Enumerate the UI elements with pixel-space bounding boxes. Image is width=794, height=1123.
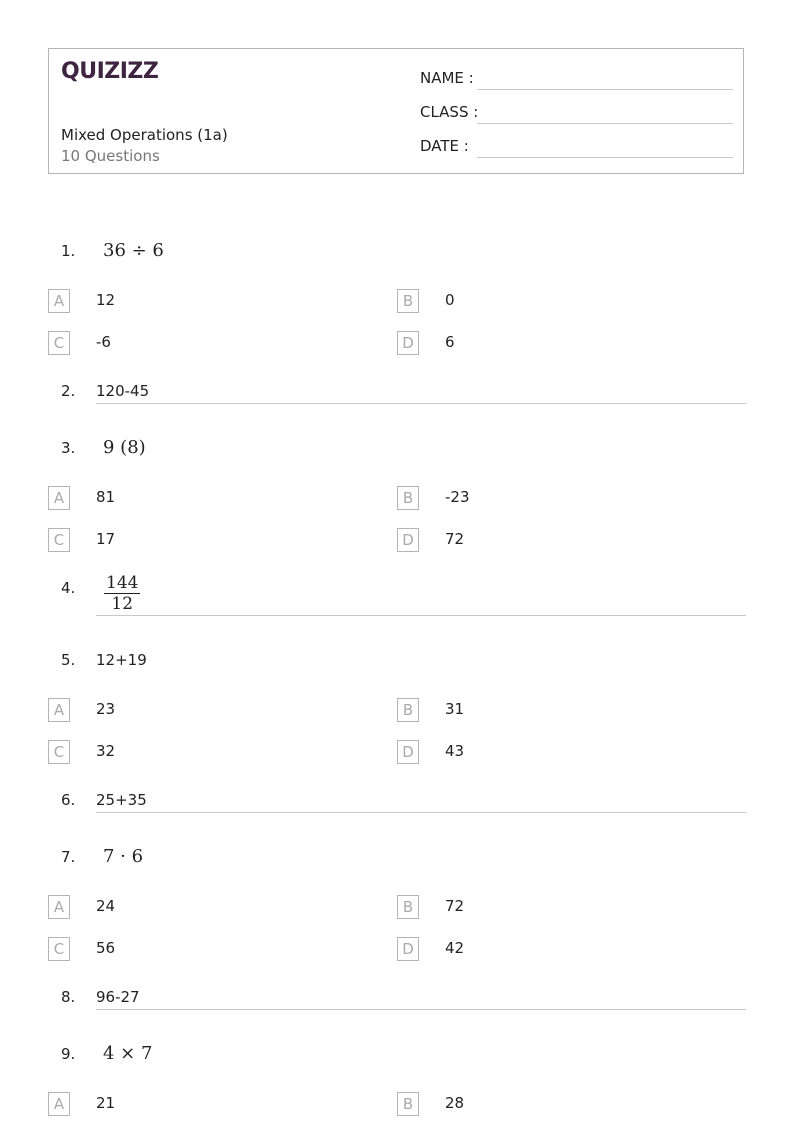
question-text: 96-27 xyxy=(96,988,140,1006)
question-number: 6. xyxy=(61,791,76,809)
question-text: 12+19 xyxy=(96,651,147,669)
option-letter-box[interactable]: D xyxy=(397,331,419,355)
question-number: 7. xyxy=(61,848,76,866)
option-letter-box[interactable]: D xyxy=(397,528,419,552)
question-text: 25+35 xyxy=(96,791,147,809)
option-text: 24 xyxy=(96,897,116,915)
question-text: 9 (8) xyxy=(103,437,146,458)
option-text: 28 xyxy=(445,1094,465,1112)
question-text: 120-45 xyxy=(96,382,150,400)
option-text: 21 xyxy=(96,1094,116,1112)
option-letter-box[interactable]: A xyxy=(48,486,70,510)
date-label: DATE : xyxy=(420,137,469,155)
option-letter-box[interactable]: D xyxy=(397,740,419,764)
option-letter-box[interactable]: B xyxy=(397,289,419,313)
option-letter-box[interactable]: C xyxy=(48,528,70,552)
option-text: 32 xyxy=(96,742,116,760)
option-text: -6 xyxy=(96,333,111,351)
option-letter-box[interactable]: A xyxy=(48,289,70,313)
option-letter-box[interactable]: B xyxy=(397,1092,419,1116)
option-letter-box[interactable]: A xyxy=(48,895,70,919)
option-letter-box[interactable]: A xyxy=(48,1092,70,1116)
question-number: 3. xyxy=(61,439,76,457)
option-text: -23 xyxy=(445,488,470,506)
option-letter-box[interactable]: B xyxy=(397,895,419,919)
question-number: 5. xyxy=(61,651,76,669)
name-field[interactable] xyxy=(477,89,733,90)
question-number: 9. xyxy=(61,1045,76,1063)
option-text: 17 xyxy=(96,530,116,548)
answer-line[interactable] xyxy=(96,615,746,616)
option-text: 23 xyxy=(96,700,116,718)
option-letter-box[interactable]: C xyxy=(48,937,70,961)
answer-line[interactable] xyxy=(96,1009,746,1010)
worksheet-header: QUIZIZZ Mixed Operations (1a) 10 Questio… xyxy=(48,48,744,174)
option-text: 43 xyxy=(445,742,465,760)
question-count: 10 Questions xyxy=(61,147,160,165)
answer-line[interactable] xyxy=(96,403,746,404)
fraction-numerator: 144 xyxy=(104,573,141,594)
option-text: 81 xyxy=(96,488,116,506)
option-text: 6 xyxy=(445,333,455,351)
option-text: 42 xyxy=(445,939,465,957)
name-label: NAME : xyxy=(420,69,474,87)
option-text: 72 xyxy=(445,530,465,548)
question-text: 36 ÷ 6 xyxy=(103,240,164,261)
fraction-denominator: 12 xyxy=(111,594,134,614)
date-field[interactable] xyxy=(477,157,733,158)
option-letter-box[interactable]: B xyxy=(397,698,419,722)
option-letter-box[interactable]: A xyxy=(48,698,70,722)
worksheet-title: Mixed Operations (1a) xyxy=(61,126,228,144)
option-letter-box[interactable]: D xyxy=(397,937,419,961)
option-text: 31 xyxy=(445,700,465,718)
option-letter-box[interactable]: C xyxy=(48,331,70,355)
option-text: 72 xyxy=(445,897,465,915)
question-text: 4 × 7 xyxy=(103,1043,153,1064)
question-text: 7 · 6 xyxy=(103,846,144,867)
class-field[interactable] xyxy=(477,123,733,124)
question-number: 2. xyxy=(61,382,76,400)
option-letter-box[interactable]: C xyxy=(48,740,70,764)
question-number: 1. xyxy=(61,242,76,260)
option-text: 12 xyxy=(96,291,116,309)
answer-line[interactable] xyxy=(96,812,746,813)
question-fraction: 144 12 xyxy=(104,573,141,614)
option-text: 56 xyxy=(96,939,116,957)
option-text: 0 xyxy=(445,291,455,309)
quizizz-logo: QUIZIZZ xyxy=(61,59,159,84)
question-number: 4. xyxy=(61,579,76,597)
question-number: 8. xyxy=(61,988,76,1006)
option-letter-box[interactable]: B xyxy=(397,486,419,510)
class-label: CLASS : xyxy=(420,103,479,121)
